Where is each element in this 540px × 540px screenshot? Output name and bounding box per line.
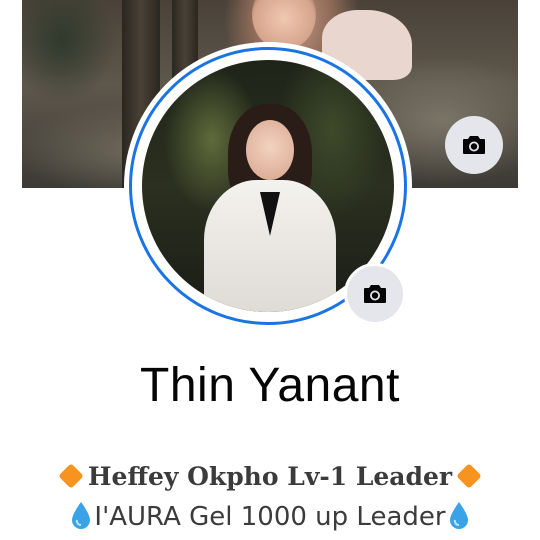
droplet-icon — [72, 501, 91, 529]
edit-profile-picture-button[interactable] — [344, 263, 406, 325]
profile-name: Thin Yanant — [140, 359, 400, 412]
profile-bio-line-2: I'AURA Gel 1000 up Leader — [0, 501, 540, 533]
profile-bio-line-1: Heffey Okpho Lv-1 Leader — [0, 462, 540, 491]
bio-line-2-text: I'AURA Gel 1000 up Leader — [94, 502, 446, 532]
bio-line-1-text: Heffey Okpho Lv-1 Leader — [87, 462, 453, 491]
edit-cover-photo-button[interactable] — [445, 116, 503, 174]
camera-icon — [364, 285, 386, 303]
droplet-icon — [449, 501, 468, 529]
orange-diamond-icon — [58, 462, 84, 489]
orange-diamond-icon — [456, 462, 482, 489]
avatar-face — [246, 120, 294, 180]
camera-icon — [463, 136, 485, 154]
